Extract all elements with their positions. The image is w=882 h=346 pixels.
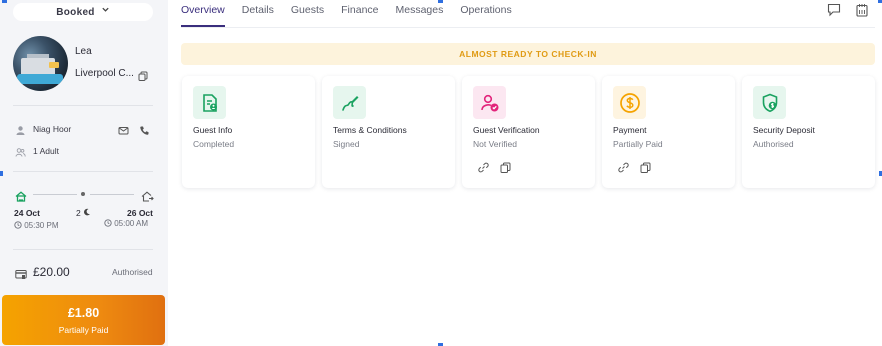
card-status: Partially Paid xyxy=(613,139,663,149)
guest-info-icon xyxy=(193,86,226,119)
tabs-border xyxy=(181,27,875,28)
card-status: Not Verified xyxy=(473,139,517,149)
selection-handle xyxy=(0,171,3,176)
checkin-time: 05:30 PM xyxy=(24,221,59,230)
status-label: Booked xyxy=(56,6,95,18)
guests-count: 1 Adult xyxy=(33,146,59,156)
booking-sidebar: Booked Lea Liverpool C... Niag Hoor 1 Ad… xyxy=(0,0,168,346)
checkin-status-banner: ALMOST READY TO CHECK-IN xyxy=(181,43,875,65)
tab-operations[interactable]: Operations xyxy=(460,0,511,27)
paid-amount: £1.80 xyxy=(67,306,100,320)
clock-icon xyxy=(104,219,112,227)
tab-overview[interactable]: Overview xyxy=(181,0,225,27)
notes-icon[interactable] xyxy=(855,3,869,17)
card-actions xyxy=(618,160,651,173)
checkout-date: 26 Oct xyxy=(127,208,153,218)
dollar-icon xyxy=(613,86,646,119)
card-status: Authorised xyxy=(753,139,794,149)
clock-icon xyxy=(14,221,22,229)
checkout-time-row: 05:00 AM xyxy=(104,219,148,228)
nights-count: 2 xyxy=(76,208,81,218)
card-guest-verification[interactable]: Guest Verification Not Verified xyxy=(462,76,595,188)
guest-name: Lea xyxy=(75,46,92,57)
timeline-line xyxy=(33,194,77,195)
tab-details[interactable]: Details xyxy=(242,0,274,27)
shield-dollar-icon xyxy=(753,86,786,119)
user-icon xyxy=(15,123,26,135)
checkin-date: 24 Oct xyxy=(14,208,40,218)
tab-bar: Overview Details Guests Finance Messages… xyxy=(181,0,529,27)
timeline-dot xyxy=(81,192,85,196)
tab-finance[interactable]: Finance xyxy=(341,0,378,27)
property-name: Liverpool C... xyxy=(75,68,134,79)
selection-handle xyxy=(438,0,443,3)
checkout-home-icon xyxy=(141,189,154,202)
card-security-deposit[interactable]: Security Deposit Authorised xyxy=(742,76,875,188)
card-status: Completed xyxy=(193,139,235,149)
divider xyxy=(13,249,153,250)
mail-icon[interactable] xyxy=(118,123,129,135)
card-terms-conditions[interactable]: Terms & Conditions Signed xyxy=(322,76,455,188)
divider xyxy=(13,171,153,172)
card-title: Guest Info xyxy=(193,125,233,135)
user-check-icon xyxy=(473,86,506,119)
checkin-time-row: 05:30 PM xyxy=(14,221,58,230)
booking-price: £20.00 xyxy=(33,265,70,279)
selection-handle xyxy=(878,0,882,3)
card-payment[interactable]: Payment Partially Paid xyxy=(602,76,735,188)
card-payment-icon xyxy=(15,267,27,279)
checkout-time: 05:00 AM xyxy=(114,219,149,228)
copy-icon[interactable] xyxy=(500,160,511,173)
guests-icon xyxy=(15,145,26,157)
divider xyxy=(13,105,153,106)
tab-messages[interactable]: Messages xyxy=(396,0,444,27)
host-name: Niag Hoor xyxy=(33,124,72,134)
status-dropdown[interactable]: Booked xyxy=(13,3,153,21)
tab-guests[interactable]: Guests xyxy=(291,0,324,27)
card-guest-info[interactable]: Guest Info Completed xyxy=(182,76,315,188)
selection-handle xyxy=(2,0,7,3)
link-icon[interactable] xyxy=(618,160,629,173)
price-status: Authorised xyxy=(112,267,153,277)
chat-icon[interactable] xyxy=(827,3,841,17)
property-photo xyxy=(13,36,68,91)
timeline-line xyxy=(90,194,134,195)
card-title: Security Deposit xyxy=(753,125,815,135)
phone-icon[interactable] xyxy=(139,123,150,135)
link-icon[interactable] xyxy=(478,160,489,173)
moon-icon xyxy=(83,208,91,216)
chevron-down-icon xyxy=(101,5,110,17)
card-title: Payment xyxy=(613,125,647,135)
paid-summary: £1.80 Partially Paid xyxy=(2,295,165,345)
card-title: Terms & Conditions xyxy=(333,125,407,135)
card-actions xyxy=(478,160,511,173)
nights-row: 2 xyxy=(76,208,91,218)
copy-icon[interactable] xyxy=(640,160,651,173)
checkin-home-icon xyxy=(15,189,27,202)
paid-status: Partially Paid xyxy=(58,325,109,335)
card-title: Guest Verification xyxy=(473,125,540,135)
card-status: Signed xyxy=(333,139,360,149)
signature-icon xyxy=(333,86,366,119)
copy-icon[interactable] xyxy=(138,68,148,81)
